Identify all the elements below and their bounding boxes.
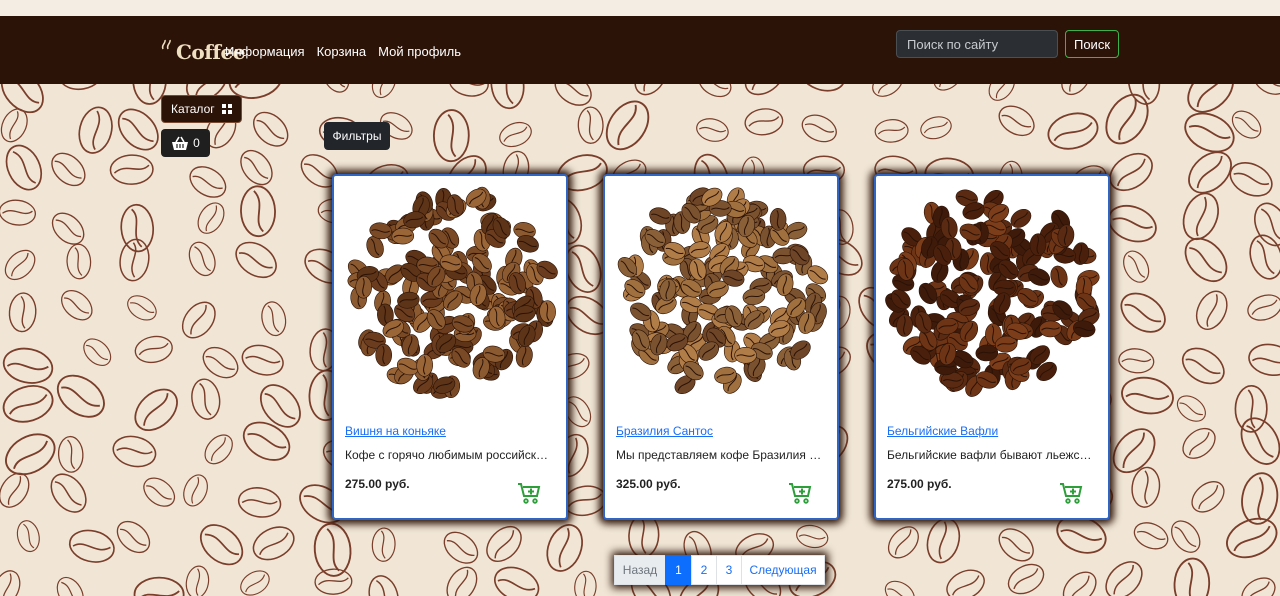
search-button[interactable]: Поиск — [1065, 30, 1119, 58]
pagination-page-1[interactable]: 1 — [665, 555, 692, 585]
coffee-cup-logo-icon — [161, 39, 171, 50]
pagination-page-3[interactable]: 3 — [716, 555, 742, 585]
product-image — [617, 187, 829, 394]
nav-links: Информация Корзина Мой профиль — [225, 44, 461, 59]
cart-count: 0 — [193, 136, 200, 150]
product-card[interactable]: Бельгийские Вафли Бельгийские вафли быва… — [874, 174, 1110, 520]
product-description: Кофе с горячо любимым российски... — [345, 448, 551, 462]
cart-plus-icon[interactable] — [517, 481, 541, 505]
navbar: Coffee Информация Корзина Мой профиль По… — [0, 16, 1280, 84]
catalog-label: Каталог — [171, 102, 215, 116]
cart-plus-icon[interactable] — [1059, 481, 1083, 505]
grid-icon — [221, 104, 232, 114]
cart-button[interactable]: 0 — [161, 129, 210, 157]
product-title-link[interactable]: Бразилия Сантос — [616, 424, 713, 438]
search-input[interactable] — [896, 30, 1058, 58]
nav-link-info[interactable]: Информация — [225, 44, 305, 59]
product-price: 275.00 руб. — [345, 477, 410, 491]
product-price: 275.00 руб. — [887, 477, 952, 491]
product-price: 325.00 руб. — [616, 477, 681, 491]
product-title-link[interactable]: Вишня на коньяке — [345, 424, 446, 438]
catalog-button[interactable]: Каталог — [161, 95, 242, 123]
product-title-link[interactable]: Бельгийские Вафли — [887, 424, 998, 438]
nav-link-profile[interactable]: Мой профиль — [378, 44, 461, 59]
product-image — [885, 189, 1100, 397]
top-strip — [0, 0, 1280, 16]
product-card[interactable]: Бразилия Сантос Мы представляем кофе Бра… — [603, 174, 839, 520]
pagination-prev[interactable]: Назад — [614, 555, 666, 585]
filters-button[interactable]: Фильтры — [324, 122, 390, 150]
product-description: Мы представляем кофе Бразилия Са... — [616, 448, 822, 462]
basket-icon — [172, 136, 189, 150]
product-card[interactable]: Вишня на коньяке Кофе с горячо любимым р… — [332, 174, 568, 520]
nav-link-cart[interactable]: Корзина — [317, 44, 367, 59]
pagination: Назад 1 2 3 Следующая — [614, 555, 825, 585]
product-description: Бельгийские вафли бывают льежски... — [887, 448, 1093, 462]
product-image — [347, 186, 558, 399]
cart-plus-icon[interactable] — [788, 481, 812, 505]
pagination-page-2[interactable]: 2 — [691, 555, 717, 585]
pagination-next[interactable]: Следующая — [741, 555, 825, 585]
